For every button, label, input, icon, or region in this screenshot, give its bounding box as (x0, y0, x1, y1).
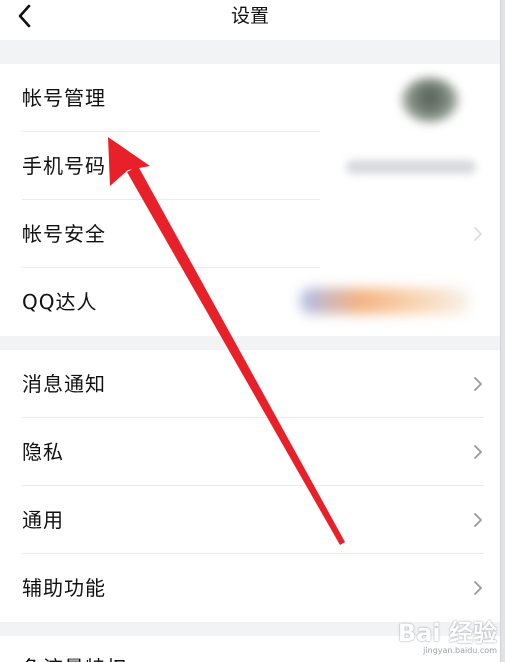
row-label: 隐私 (22, 440, 64, 464)
settings-row-qq-expert[interactable]: QQ达人 (0, 268, 500, 336)
chevron-right-icon (472, 375, 484, 393)
settings-row-phone-number[interactable]: 手机号码 (0, 132, 500, 200)
chevron-right-icon (472, 511, 484, 529)
account-settings-group: 帐号管理 手机号码 帐号安全 QQ达人 (0, 64, 500, 336)
row-label: 手机号码 (22, 154, 106, 178)
scroll-edge (500, 0, 505, 662)
navigation-bar: 设置 (0, 0, 500, 40)
row-label: QQ达人 (22, 290, 98, 314)
watermark: Bai 经验 jingyan.baidu.com (398, 620, 497, 656)
watermark-logo-text: Bai 经验 (397, 619, 497, 647)
row-label: 通用 (22, 508, 64, 532)
blurred-phone-value (346, 160, 476, 174)
row-label: 帐号管理 (22, 86, 106, 110)
settings-row-general[interactable]: 通用 (0, 486, 500, 554)
row-label: 消息通知 (22, 372, 106, 396)
settings-row-account-security[interactable]: 帐号安全 (0, 200, 500, 268)
settings-row-notifications[interactable]: 消息通知 (0, 350, 500, 418)
row-label: 辅助功能 (22, 576, 106, 600)
blurred-badge (300, 288, 470, 314)
watermark-url: jingyan.baidu.com (423, 646, 497, 655)
general-settings-group: 消息通知 隐私 通用 辅助功能 (0, 350, 500, 622)
chevron-right-icon (472, 579, 484, 597)
chevron-right-icon (472, 225, 484, 243)
row-label: 免流量特权 (22, 654, 127, 662)
blurred-avatar (402, 78, 458, 122)
page-title: 设置 (230, 5, 269, 27)
row-label: 帐号安全 (22, 222, 106, 246)
settings-row-account-management[interactable]: 帐号管理 (0, 64, 500, 132)
settings-row-privacy[interactable]: 隐私 (0, 418, 500, 486)
settings-row-accessibility[interactable]: 辅助功能 (0, 554, 500, 622)
chevron-right-icon (472, 443, 484, 461)
